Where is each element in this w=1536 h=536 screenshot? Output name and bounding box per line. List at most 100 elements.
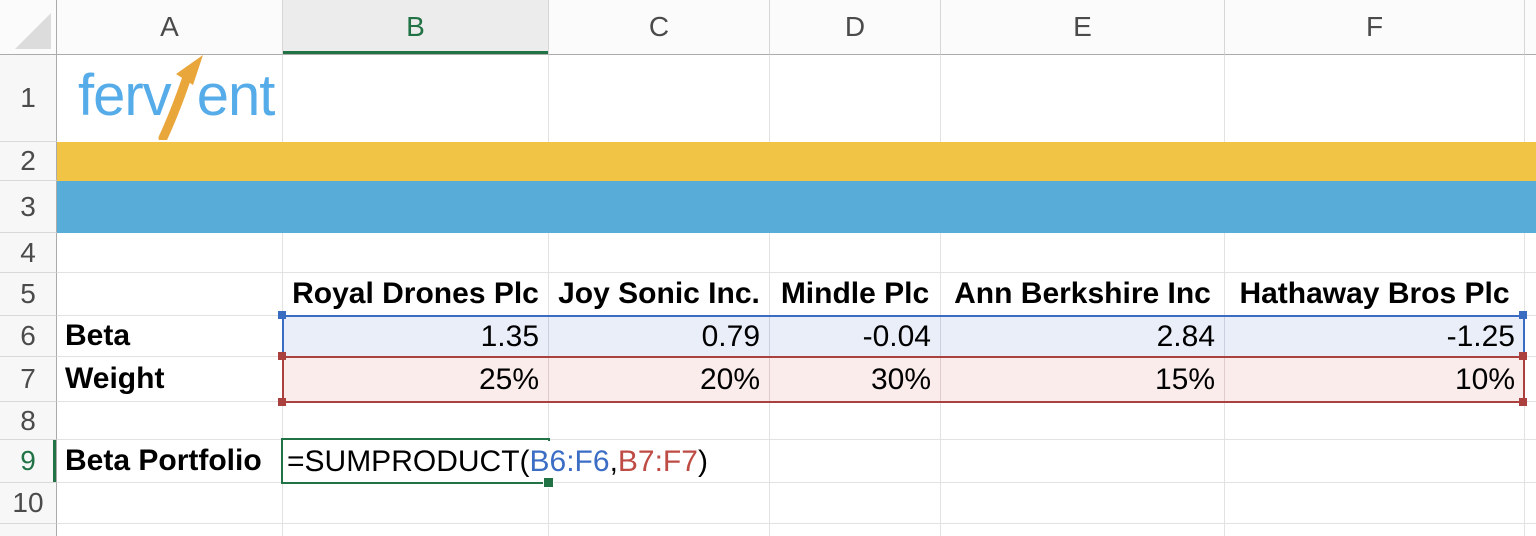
cell-e9[interactable] xyxy=(941,440,1225,483)
cell-d10[interactable] xyxy=(770,483,941,524)
blue-band-row[interactable] xyxy=(57,181,1536,233)
row-header-10[interactable]: 10 xyxy=(0,483,57,524)
cell-c7-weight[interactable]: 20% xyxy=(549,357,770,402)
cell-e10[interactable] xyxy=(941,483,1225,524)
cell-a11[interactable] xyxy=(57,524,283,536)
cell-a7-weight-label[interactable]: Weight xyxy=(57,357,283,402)
column-header-f[interactable]: F xyxy=(1225,0,1525,55)
cell-f9[interactable] xyxy=(1225,440,1525,483)
spreadsheet-grid: A B C D E F 1 2 3 4 5 Royal Drones Plc J… xyxy=(0,0,1536,536)
weight-range-handle-top-left[interactable] xyxy=(278,352,286,360)
select-all-triangle-icon xyxy=(15,13,51,49)
weight-range-handle-top-right[interactable] xyxy=(1519,352,1527,360)
cell-a5[interactable] xyxy=(57,273,283,316)
logo-arrow-icon xyxy=(158,55,203,140)
cell-e4[interactable] xyxy=(941,233,1225,273)
column-header-partial[interactable] xyxy=(1525,0,1536,55)
cell-b11[interactable] xyxy=(283,524,549,536)
cell-g10[interactable] xyxy=(1525,483,1536,524)
cell-e11[interactable] xyxy=(941,524,1225,536)
row-header-3[interactable]: 3 xyxy=(0,181,57,233)
fill-handle[interactable] xyxy=(543,477,554,488)
cell-f1[interactable] xyxy=(1225,55,1525,142)
cell-d7-weight[interactable]: 30% xyxy=(770,357,941,402)
column-header-c[interactable]: C xyxy=(549,0,770,55)
cell-f4[interactable] xyxy=(1225,233,1525,273)
cell-d1[interactable] xyxy=(770,55,941,142)
cell-e8[interactable] xyxy=(941,402,1225,440)
weight-range-handle-bottom-right[interactable] xyxy=(1519,398,1527,406)
column-header-d[interactable]: D xyxy=(770,0,941,55)
beta-range-handle-top-right[interactable] xyxy=(1519,311,1527,319)
cell-e5-company[interactable]: Ann Berkshire Inc xyxy=(941,273,1225,316)
row-header-5[interactable]: 5 xyxy=(0,273,57,316)
cell-d6-beta[interactable]: -0.04 xyxy=(770,316,941,357)
cell-c11[interactable] xyxy=(549,524,770,536)
column-header-b[interactable]: B xyxy=(283,0,549,55)
row-header-4[interactable]: 4 xyxy=(0,233,57,273)
cell-b7-weight[interactable]: 25% xyxy=(283,357,549,402)
weight-range-handle-bottom-left[interactable] xyxy=(278,398,286,406)
cell-f10[interactable] xyxy=(1225,483,1525,524)
cell-d11[interactable] xyxy=(770,524,941,536)
cell-a9-result-label[interactable]: Beta Portfolio xyxy=(57,440,283,483)
formula-input[interactable]: =SUMPRODUCT(B6:F6, B7:F7) xyxy=(287,441,712,482)
cell-b8[interactable] xyxy=(283,402,549,440)
row-header-7[interactable]: 7 xyxy=(0,357,57,402)
cell-a6-beta-label[interactable]: Beta xyxy=(57,316,283,357)
cell-b1[interactable] xyxy=(283,55,549,142)
row-header-1[interactable]: 1 xyxy=(0,55,57,142)
cell-g5[interactable] xyxy=(1525,273,1536,316)
cell-e6-beta[interactable]: 2.84 xyxy=(941,316,1225,357)
cell-c8[interactable] xyxy=(549,402,770,440)
column-header-e[interactable]: E xyxy=(941,0,1225,55)
yellow-band-row[interactable] xyxy=(57,142,1536,181)
cell-g6[interactable] xyxy=(1525,316,1536,357)
active-column-underline xyxy=(283,51,548,54)
cell-f7-weight[interactable]: 10% xyxy=(1225,357,1525,402)
row-header-8[interactable]: 8 xyxy=(0,402,57,440)
row-header-6[interactable]: 6 xyxy=(0,316,57,357)
cell-c1[interactable] xyxy=(549,55,770,142)
cell-d5-company[interactable]: Mindle Plc xyxy=(770,273,941,316)
cell-c6-beta[interactable]: 0.79 xyxy=(549,316,770,357)
cell-g1[interactable] xyxy=(1525,55,1536,142)
cell-d4[interactable] xyxy=(770,233,941,273)
cell-b6-beta[interactable]: 1.35 xyxy=(283,316,549,357)
cell-g7[interactable] xyxy=(1525,357,1536,402)
cell-a4[interactable] xyxy=(57,233,283,273)
cell-d8[interactable] xyxy=(770,402,941,440)
cell-f6-beta[interactable]: -1.25 xyxy=(1225,316,1525,357)
cell-g8[interactable] xyxy=(1525,402,1536,440)
row-header-9[interactable]: 9 xyxy=(0,440,57,483)
cell-e1[interactable] xyxy=(941,55,1225,142)
cell-e7-weight[interactable]: 15% xyxy=(941,357,1225,402)
cell-a10[interactable] xyxy=(57,483,283,524)
cell-g9[interactable] xyxy=(1525,440,1536,483)
cell-g4[interactable] xyxy=(1525,233,1536,273)
row-header-11-partial[interactable] xyxy=(0,524,57,536)
active-row-indicator xyxy=(53,440,56,482)
cell-f8[interactable] xyxy=(1225,402,1525,440)
beta-range-handle-top-left[interactable] xyxy=(278,311,286,319)
cell-b4[interactable] xyxy=(283,233,549,273)
cell-g11[interactable] xyxy=(1525,524,1536,536)
cell-c10[interactable] xyxy=(549,483,770,524)
cell-f5-company[interactable]: Hathaway Bros Plc xyxy=(1225,273,1525,316)
cell-a8[interactable] xyxy=(57,402,283,440)
cell-b10[interactable] xyxy=(283,483,549,524)
select-all-corner[interactable] xyxy=(0,0,57,55)
cell-c4[interactable] xyxy=(549,233,770,273)
cell-d9[interactable] xyxy=(770,440,941,483)
cell-b5-company[interactable]: Royal Drones Plc xyxy=(283,273,549,316)
row-header-9-label: 9 xyxy=(20,445,36,476)
fervent-logo: ferv ent xyxy=(78,55,276,152)
cell-f11[interactable] xyxy=(1225,524,1525,536)
row-header-2[interactable]: 2 xyxy=(0,142,57,181)
cell-c5-company[interactable]: Joy Sonic Inc. xyxy=(549,273,770,316)
formula-comma: , xyxy=(609,444,618,478)
formula-prefix: =SUMPRODUCT( xyxy=(287,444,530,478)
column-header-b-label: B xyxy=(406,11,425,42)
logo-text-right: ent xyxy=(196,63,276,128)
column-header-a[interactable]: A xyxy=(57,0,283,55)
